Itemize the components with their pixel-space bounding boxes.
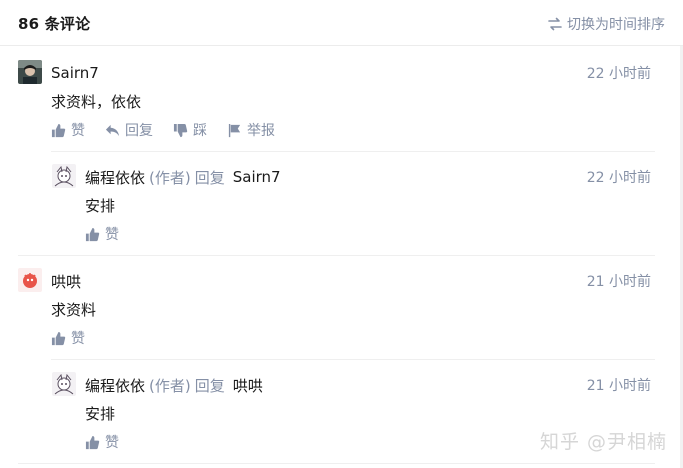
comment-meta: Sairn7 xyxy=(51,63,99,83)
author-name[interactable]: 编程依依 xyxy=(85,167,145,188)
comment-time: 22 小时前 xyxy=(586,66,651,82)
thumbs-up-icon xyxy=(51,331,66,345)
reply-label: 回复 xyxy=(125,123,153,139)
reply-actions: 赞 xyxy=(85,224,139,244)
like-button[interactable]: 赞 xyxy=(85,432,119,452)
avatar[interactable] xyxy=(18,268,42,292)
avatar[interactable] xyxy=(52,372,76,396)
comment-time: 21 小时前 xyxy=(586,274,651,290)
thumbs-up-icon xyxy=(51,123,66,137)
comments-header: 86 条评论 切换为时间排序 xyxy=(0,0,683,46)
reply-meta: 编程依依 (作者) 回复 Sairn7 xyxy=(85,167,281,187)
divider xyxy=(18,463,655,464)
reply-button[interactable]: 回复 xyxy=(105,120,153,140)
author-name[interactable]: Sairn7 xyxy=(51,64,99,82)
flag-icon xyxy=(228,123,241,137)
reply-target-name[interactable]: 哄哄 xyxy=(233,375,263,396)
comments-panel: 86 条评论 切换为时间排序 Sairn7 22 小时前 求资料，依依 赞 回复… xyxy=(0,0,683,468)
avatar[interactable] xyxy=(52,164,76,188)
dislike-label: 踩 xyxy=(193,123,207,139)
author-tag: (作者) xyxy=(149,168,191,187)
report-label: 举报 xyxy=(247,123,275,139)
sort-toggle-label: 切换为时间排序 xyxy=(567,17,665,33)
report-button[interactable]: 举报 xyxy=(227,120,275,140)
author-name[interactable]: 哄哄 xyxy=(51,271,81,292)
like-label: 赞 xyxy=(105,435,119,451)
reply-meta: 编程依依 (作者) 回复 哄哄 xyxy=(85,375,263,395)
reply-actions: 赞 xyxy=(85,432,139,452)
reply-arrow-icon xyxy=(105,124,120,136)
comment-content: 求资料，依依 xyxy=(51,93,142,111)
reply-target-name[interactable]: Sairn7 xyxy=(233,168,281,186)
like-button[interactable]: 赞 xyxy=(85,224,119,244)
dislike-button[interactable]: 踩 xyxy=(173,120,207,140)
reply-word: 回复 xyxy=(194,168,225,187)
like-button[interactable]: 赞 xyxy=(51,328,85,348)
swap-arrows-icon xyxy=(548,17,562,31)
reply-content: 安排 xyxy=(85,405,116,423)
like-label: 赞 xyxy=(105,227,119,243)
thumbs-up-icon xyxy=(85,435,100,449)
author-name[interactable]: 编程依依 xyxy=(85,375,145,396)
comment-item: Sairn7 22 小时前 求资料，依依 赞 回复 踩 举报 xyxy=(18,60,655,140)
like-label: 赞 xyxy=(71,331,85,347)
comment-meta: 哄哄 xyxy=(51,271,81,291)
comment-content: 求资料 xyxy=(51,301,97,319)
reply-time: 22 小时前 xyxy=(586,170,651,186)
like-label: 赞 xyxy=(71,123,85,139)
divider xyxy=(51,359,655,360)
reply-word: 回复 xyxy=(194,376,225,395)
thumbs-down-icon xyxy=(173,123,188,137)
thumbs-up-icon xyxy=(85,227,100,241)
avatar[interactable] xyxy=(18,60,42,84)
reply-content: 安排 xyxy=(85,197,116,215)
reply-time: 21 小时前 xyxy=(586,378,651,394)
comment-actions: 赞 回复 踩 举报 xyxy=(51,120,295,140)
like-button[interactable]: 赞 xyxy=(51,120,85,140)
author-tag: (作者) xyxy=(149,376,191,395)
reply-item: 编程依依 (作者) 回复 Sairn7 22 小时前 安排 赞 xyxy=(52,164,655,244)
sort-toggle-button[interactable]: 切换为时间排序 xyxy=(547,14,665,34)
divider xyxy=(18,255,655,256)
divider xyxy=(51,151,655,152)
comment-count: 86 条评论 xyxy=(18,15,91,33)
comment-item: 哄哄 21 小时前 求资料 赞 xyxy=(18,268,655,348)
comment-actions: 赞 xyxy=(51,328,105,348)
watermark: 知乎 @尹相楠 xyxy=(539,431,667,453)
